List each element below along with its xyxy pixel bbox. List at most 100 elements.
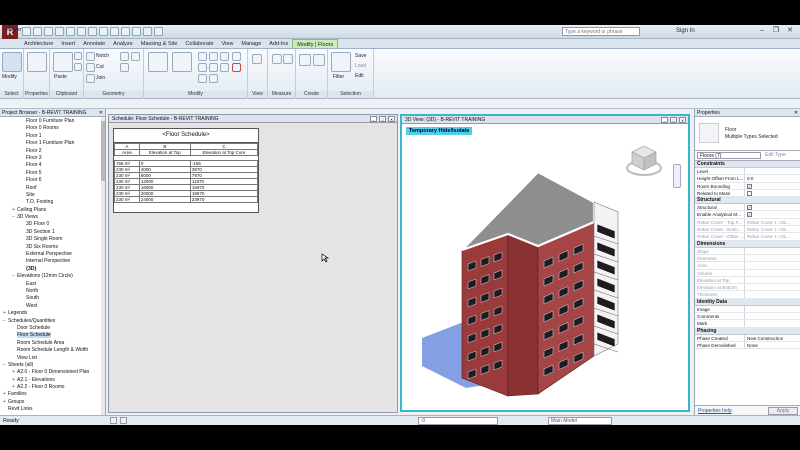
browser-scrollbar[interactable] [101,117,105,415]
property-value[interactable] [745,270,800,276]
browser-item[interactable]: + A2.0 - Floor 0 Dimensioned Plan [0,369,105,376]
section-icon[interactable] [110,27,119,36]
undo-icon[interactable] [44,27,53,36]
browser-item[interactable]: Floor 6 [0,177,105,184]
browser-item[interactable]: − Schedules/Quantities [0,318,105,325]
cut-icon[interactable] [74,52,82,60]
table-cell[interactable]: 230 m² [114,196,140,203]
property-value[interactable]: ✓ [745,211,800,218]
property-value[interactable] [745,320,800,326]
browser-item[interactable]: Floor Schedule [0,332,105,339]
copy-icon[interactable] [74,63,82,71]
property-value[interactable] [745,277,800,283]
property-value[interactable] [745,248,800,254]
property-value[interactable] [745,168,800,174]
property-value[interactable] [745,190,800,196]
measure-tool-icon[interactable] [272,54,282,64]
browser-item[interactable]: Floor 2 [0,148,105,155]
trim-icon[interactable] [198,74,207,83]
paint-icon[interactable] [120,63,129,72]
property-section-header[interactable]: Constraints [695,161,800,168]
property-value[interactable]: Rebar Cover 1 <25... [745,233,800,239]
rotate-icon[interactable] [220,52,229,61]
tab-collaborate[interactable]: Collaborate [181,39,217,48]
browser-item[interactable]: + Groups [0,399,105,406]
tab-add-ins[interactable]: Add-Ins [265,39,292,48]
mirror-icon[interactable] [198,63,207,72]
save-icon[interactable] [33,27,42,36]
browser-item[interactable]: 3D Floor 0 [0,221,105,228]
property-value[interactable] [745,255,800,261]
switch-windows-icon[interactable] [143,27,152,36]
browser-item[interactable]: + Ceiling Plans [0,207,105,214]
browser-item[interactable]: External Perspective [0,251,105,258]
close-icon[interactable]: ✕ [794,109,798,117]
workset-selector[interactable]: Main Model [548,417,612,425]
close-view-button[interactable]: ✕ [388,116,395,122]
property-value[interactable] [745,291,800,297]
apply-button[interactable]: Apply [768,407,798,415]
minimize-view-button[interactable]: – [370,116,377,122]
table-cell[interactable]: 24000 [138,196,191,203]
browser-item[interactable]: Roof [0,185,105,192]
browser-item[interactable]: − Elevations (12mm Circle) [0,273,105,280]
align-icon[interactable] [148,52,168,72]
element-filter-dropdown[interactable]: Floors (7) [697,152,761,159]
print-icon[interactable] [66,27,75,36]
browser-item[interactable]: Revit Links [0,406,105,413]
checkbox[interactable]: ✓ [747,212,752,218]
edit-type-button[interactable]: Edit Type [765,152,786,159]
table-cell[interactable]: 23970 [189,196,259,203]
pin-icon[interactable] [232,52,241,61]
join-label[interactable]: Join [96,75,105,81]
browser-item[interactable]: + Legends [0,310,105,317]
property-value[interactable]: None [745,342,800,348]
offset-icon[interactable] [172,52,192,72]
selection-save[interactable]: Save [355,53,366,59]
redo-icon[interactable] [55,27,64,36]
property-value[interactable]: Rebar Cover 1 <25... [745,219,800,225]
tab-modify-floors[interactable]: Modify | Floors [292,39,339,48]
select-group-label[interactable]: Select [0,91,23,98]
building-model[interactable] [406,160,666,400]
browser-item[interactable]: + A2.1 - Elevations [0,377,105,384]
browser-item[interactable]: Floor 0 Rooms [0,125,105,132]
model-selector[interactable]: :0 [418,417,498,425]
close-icon[interactable]: ✕ [99,109,103,117]
browser-item[interactable]: Door Schedule [0,325,105,332]
maximize-view-button[interactable]: □ [670,117,677,123]
browser-item[interactable]: 3D Six Rooms [0,244,105,251]
tab-view[interactable]: View [218,39,238,48]
create-group-icon[interactable] [313,54,325,66]
browser-item[interactable]: South [0,295,105,302]
copy-element-icon[interactable] [209,52,218,61]
browser-item[interactable]: Floor 1 [0,133,105,140]
close-view-button[interactable]: ✕ [679,117,686,123]
property-section-header[interactable]: Identity Data [695,298,800,306]
move-icon[interactable] [198,52,207,61]
browser-item[interactable]: −3D Views [0,214,105,221]
design-options-icon[interactable] [120,417,127,424]
property-value[interactable]: Rebar Cover 1 <25... [745,226,800,232]
properties-icon[interactable] [27,52,47,72]
scale-icon[interactable] [220,63,229,72]
tab-manage[interactable]: Manage [237,39,265,48]
browser-item[interactable]: T.O. Footing [0,199,105,206]
3d-view-icon[interactable] [99,27,108,36]
navigation-bar[interactable] [673,164,681,188]
worksharing-icon[interactable] [110,417,117,424]
browser-item[interactable]: + A2.2 - Floor 0 Rooms [0,384,105,391]
minimize-view-button[interactable]: – [661,117,668,123]
tab-analyze[interactable]: Analyze [109,39,137,48]
properties-help-link[interactable]: Properties help [698,408,732,414]
create-parts-icon[interactable] [299,54,311,66]
property-value[interactable]: New Construction [745,335,800,341]
dimension-icon[interactable] [283,54,293,64]
split-icon[interactable] [209,74,218,83]
tab-annotate[interactable]: Annotate [79,39,109,48]
browser-item[interactable]: East [0,281,105,288]
checkbox[interactable]: ✓ [747,183,752,189]
property-section-header[interactable]: Dimensions [695,240,800,248]
property-section-header[interactable]: Phasing [695,327,800,335]
browser-item[interactable]: Site [0,192,105,199]
